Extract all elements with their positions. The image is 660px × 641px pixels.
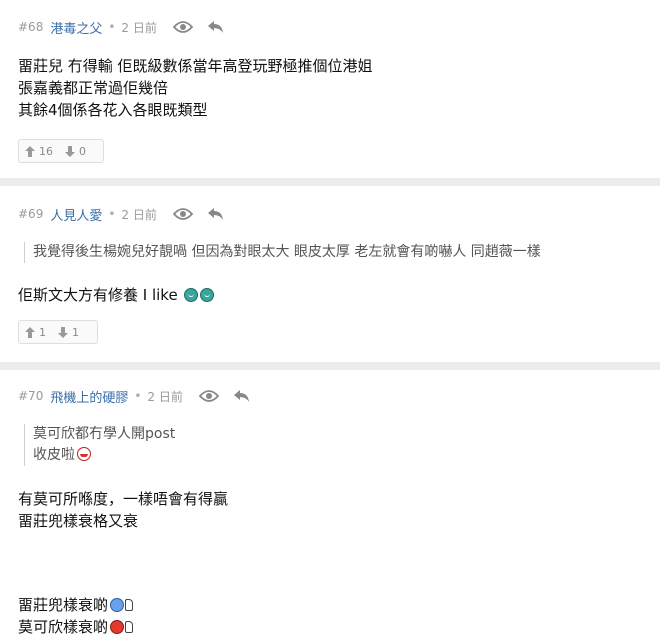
red-emoji-icon xyxy=(110,620,125,634)
reply-icon[interactable] xyxy=(207,20,225,34)
post-meta: #68 港毒之父 • 2 日前 xyxy=(18,16,225,38)
post-body: 有莫可所喺度，一樣唔會有得贏 畱莊兜樣衰格又衰 xyxy=(18,488,228,532)
post-body-2: 畱莊兜樣衰啲 莫可欣樣衰啲 xyxy=(18,594,134,638)
eye-icon[interactable] xyxy=(198,389,219,403)
post-meta: #70 飛機上的硬膠 • 2 日前 xyxy=(18,385,251,407)
post-time: 2 日前 xyxy=(121,20,157,35)
post-line-with-emoji: 畱莊兜樣衰啲 xyxy=(18,594,134,616)
post-69: #69 人見人愛 • 2 日前 我覺得後生楊婉兒好靚喎 但因為對眼太大 眼皮太厚… xyxy=(0,186,660,362)
quote-block: 莫可欣都冇學人開post 收皮啦 xyxy=(24,424,175,466)
smile-emoji-icon xyxy=(200,288,215,302)
upvote-button[interactable]: 16 xyxy=(19,145,59,158)
eye-icon[interactable] xyxy=(172,207,193,221)
thumb-down-icon xyxy=(65,145,75,157)
reply-icon[interactable] xyxy=(233,389,251,403)
separator-dot: • xyxy=(108,20,116,34)
post-separator xyxy=(0,178,660,186)
upvote-count: 16 xyxy=(39,144,53,158)
smile-emoji-icon xyxy=(184,288,199,302)
post-line-with-emoji: 佢斯文大方有修養 I like xyxy=(18,284,215,306)
downvote-button[interactable]: 1 xyxy=(52,326,85,339)
post-number: #68 xyxy=(18,20,44,34)
quote-line: 收皮啦 xyxy=(33,447,75,463)
downvote-count: 1 xyxy=(72,325,79,339)
separator-dot: • xyxy=(108,207,116,221)
quote-line: 莫可欣都冇學人開post xyxy=(33,426,176,442)
thumb-up-emoji-icon xyxy=(125,599,134,611)
grin-emoji-icon xyxy=(77,447,91,461)
post-line: 佢斯文大方有修養 I like xyxy=(18,286,178,304)
post-time: 2 日前 xyxy=(121,207,157,222)
thumb-down-emoji-icon xyxy=(125,621,134,633)
username-link[interactable]: 港毒之父 xyxy=(50,18,102,37)
quote-line-with-emoji: 收皮啦 xyxy=(33,445,175,466)
post-time: 2 日前 xyxy=(147,389,183,404)
post-line: 畱莊兒 冇得輸 佢既級數係當年高登玩野極推個位港姐 xyxy=(18,57,373,75)
downvote-button[interactable]: 0 xyxy=(59,145,92,158)
post-line: 畱莊兜樣衰啲 xyxy=(18,596,109,614)
quote-line: 我覺得後生楊婉兒好靚喎 但因為對眼太大 眼皮太厚 老左就會有啲嚇人 同趙薇一樣 xyxy=(33,244,541,260)
post-body: 畱莊兒 冇得輸 佢既級數係當年高登玩野極推個位港姐 張嘉義都正常過佢幾倍 其餘4… xyxy=(18,55,373,121)
eye-icon[interactable] xyxy=(172,20,193,34)
post-separator xyxy=(0,362,660,370)
post-body: 佢斯文大方有修養 I like xyxy=(18,284,215,306)
post-line: 有莫可所喺度，一樣唔會有得贏 xyxy=(18,490,229,508)
post-line: 其餘4個係各花入各眼既類型 xyxy=(18,101,208,119)
post-line: 畱莊兜樣衰格又衰 xyxy=(18,512,139,530)
thumb-up-icon xyxy=(25,326,35,338)
upvote-count: 1 xyxy=(39,325,46,339)
vote-box: 16 0 xyxy=(18,139,104,163)
post-meta: #69 人見人愛 • 2 日前 xyxy=(18,203,225,225)
reply-icon[interactable] xyxy=(207,207,225,221)
thumb-up-icon xyxy=(25,145,35,157)
separator-dot: • xyxy=(134,389,142,403)
post-number: #69 xyxy=(18,207,44,221)
post-number: #70 xyxy=(18,389,44,403)
blue-emoji-icon xyxy=(110,598,125,612)
username-link[interactable]: 飛機上的硬膠 xyxy=(50,387,128,406)
thumb-down-icon xyxy=(58,326,68,338)
quote-block: 我覺得後生楊婉兒好靚喎 但因為對眼太大 眼皮太厚 老左就會有啲嚇人 同趙薇一樣 xyxy=(24,242,541,263)
post-68: #68 港毒之父 • 2 日前 畱莊兒 冇得輸 佢既級數係當年高登玩野極推個位港… xyxy=(0,0,660,178)
username-link[interactable]: 人見人愛 xyxy=(50,205,102,224)
downvote-count: 0 xyxy=(79,144,86,158)
post-70: #70 飛機上的硬膠 • 2 日前 莫可欣都冇學人開post 收皮啦 有莫可所喺… xyxy=(0,370,660,641)
vote-box: 1 1 xyxy=(18,320,98,344)
post-line: 莫可欣樣衰啲 xyxy=(18,618,109,636)
post-line-with-emoji: 莫可欣樣衰啲 xyxy=(18,616,134,638)
post-line: 張嘉義都正常過佢幾倍 xyxy=(18,79,169,97)
upvote-button[interactable]: 1 xyxy=(19,326,52,339)
